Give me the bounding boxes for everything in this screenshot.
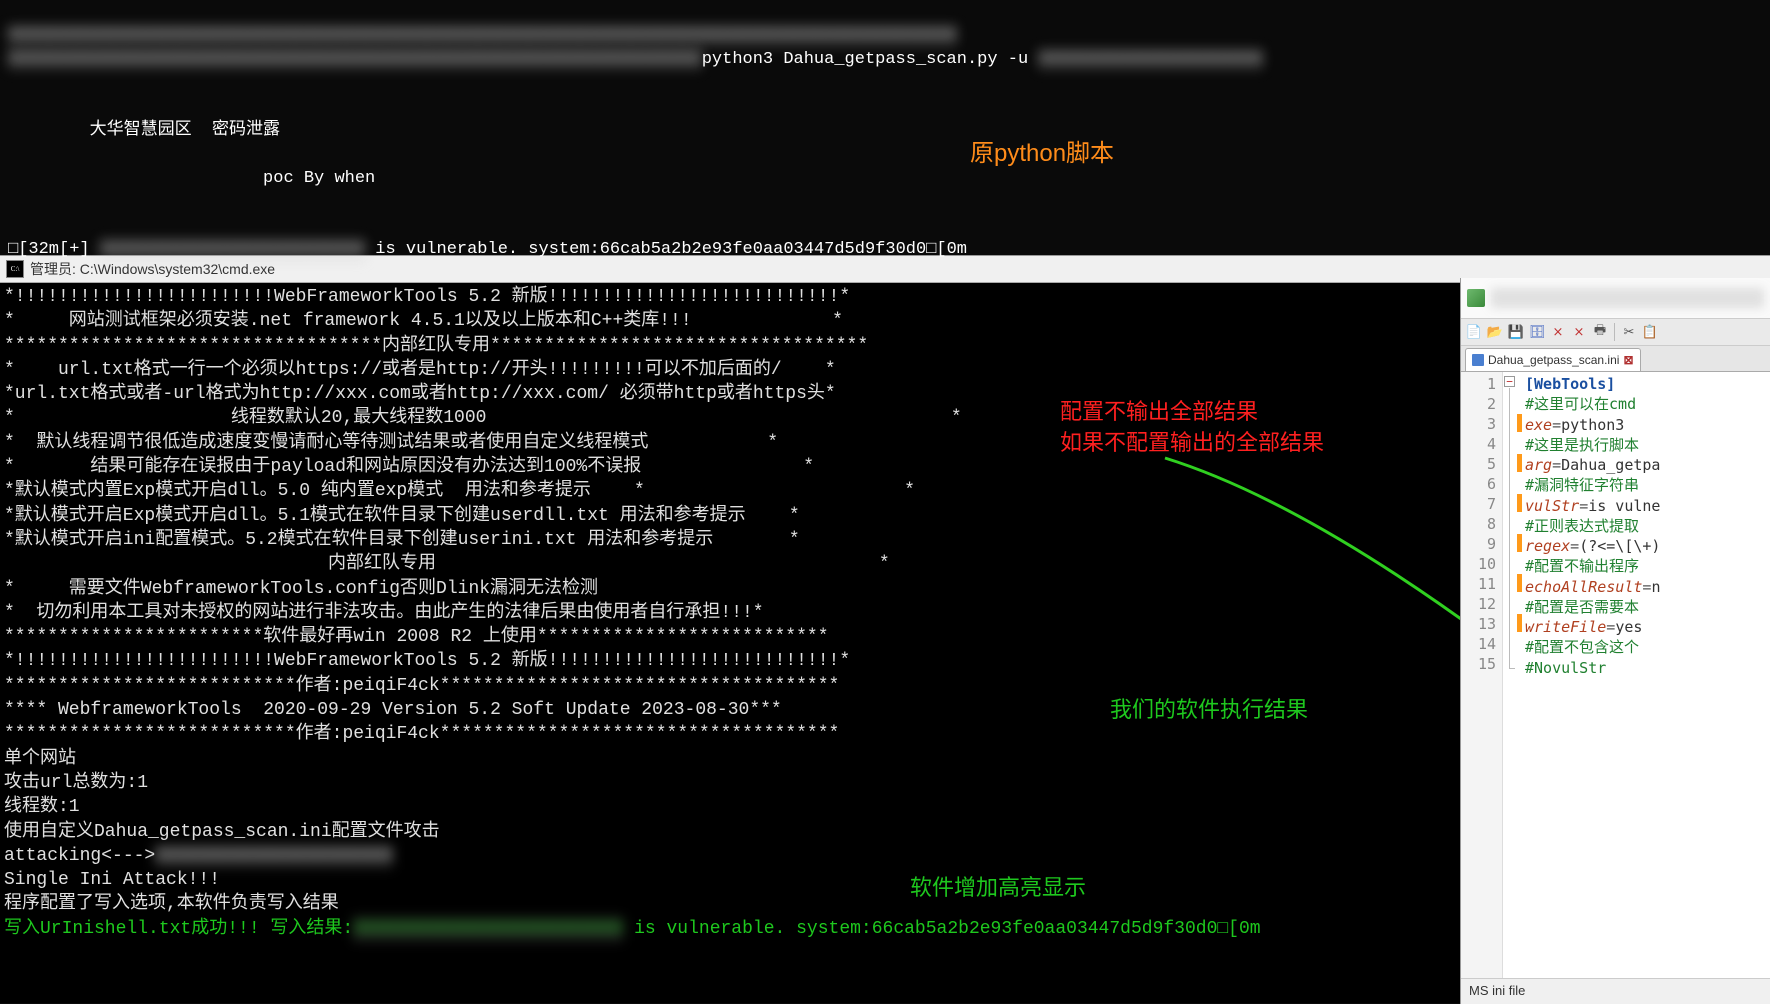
editor-panel: 📄 📂 💾 🗄 ⨯ ⨯ 🖶 ✂ 📋 Dahua_getpass_scan.ini… <box>1460 278 1770 1004</box>
cmd-title: 管理员: C:\Windows\system32\cmd.exe <box>30 259 275 279</box>
editor-tab-active[interactable]: Dahua_getpass_scan.ini ⊠ <box>1465 348 1641 371</box>
config-red-line1: 配置不输出全部结果 <box>1060 397 1324 428</box>
save-icon[interactable]: 💾 <box>1507 323 1525 341</box>
copy-icon[interactable]: 📋 <box>1641 323 1659 341</box>
top-python-terminal: XXXXXXXXXXXXXXXXXXXXXXXXXXXXXXXXXXXXXXXX… <box>0 0 1770 255</box>
blurred-text: XXXXXXXXXXXXXXXXXXXXXXXXXXXXXXXXXXXXXXXX… <box>8 48 702 72</box>
print-icon[interactable]: 🖶 <box>1591 323 1609 341</box>
config-red-line2: 如果不配置输出的全部结果 <box>1060 428 1324 459</box>
status-filetype: MS ini file <box>1469 983 1525 998</box>
vuln-prefix: □[32m[+] <box>8 240 90 259</box>
banner-line-2: poc By when <box>8 169 375 188</box>
editor-titlebar[interactable] <box>1461 278 1770 318</box>
blurred-text: XXXXXXXXXXXXXXXXXXXXXXXXXXXXXXXXXXXXXXXX… <box>8 24 957 48</box>
annotation-our-result: 我们的软件执行结果 <box>1110 692 1308 724</box>
annotation-original-python: 原python脚本 <box>970 133 1114 168</box>
tab-filename: Dahua_getpass_scan.ini <box>1488 353 1619 367</box>
editor-code-area[interactable]: 123456789101112131415 − [WebTools] #这里可以… <box>1461 372 1770 978</box>
toolbar-separator <box>1614 323 1615 341</box>
close-file-icon[interactable]: ⨯ <box>1549 323 1567 341</box>
cmd-icon <box>6 260 24 278</box>
annotation-config-red: 配置不输出全部结果 如果不配置输出的全部结果 <box>1060 397 1324 459</box>
vuln-suffix: is vulnerable. system:66cab5a2b2e93fe0aa… <box>365 240 967 259</box>
editor-tabs: Dahua_getpass_scan.ini ⊠ <box>1461 346 1770 372</box>
blurred-target: XXXXXXXXXXXXXXXXXXXXXXXXXX <box>100 238 365 262</box>
open-file-icon[interactable]: 📂 <box>1486 323 1504 341</box>
fold-column: − <box>1503 372 1517 978</box>
python-command: python3 Dahua_getpass_scan.py -u <box>702 50 1028 69</box>
file-icon <box>1472 354 1484 366</box>
fold-line <box>1509 388 1510 668</box>
editor-statusbar: MS ini file <box>1461 978 1770 1004</box>
blurred-path <box>1491 288 1764 308</box>
editor-app-icon <box>1467 289 1485 307</box>
new-file-icon[interactable]: 📄 <box>1465 323 1483 341</box>
save-all-icon[interactable]: 🗄 <box>1528 323 1546 341</box>
editor-toolbar: 📄 📂 💾 🗄 ⨯ ⨯ 🖶 ✂ 📋 <box>1461 318 1770 346</box>
fold-end <box>1509 668 1515 669</box>
close-all-icon[interactable]: ⨯ <box>1570 323 1588 341</box>
modified-marks <box>1517 372 1523 978</box>
blurred-url: XXXXXXXXXXXXXXXXXXXXXX <box>1038 48 1262 72</box>
fold-collapse-icon[interactable]: − <box>1504 376 1515 387</box>
banner-line-1: 大华智慧园区 密码泄露 <box>8 121 280 140</box>
cut-icon[interactable]: ✂ <box>1620 323 1638 341</box>
line-gutter: 123456789101112131415 <box>1461 372 1503 978</box>
annotation-highlight: 软件增加高亮显示 <box>910 870 1086 902</box>
code-content[interactable]: [WebTools] #这里可以在cmd exe=python3 #这里是执行脚… <box>1523 372 1660 978</box>
tab-close-icon[interactable]: ⊠ <box>1623 353 1633 367</box>
